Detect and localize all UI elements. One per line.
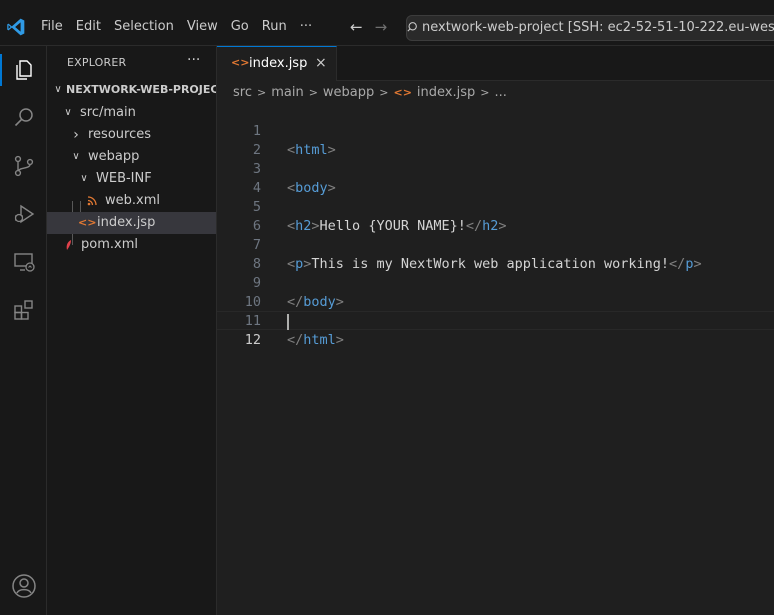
extensions-icon — [13, 300, 33, 320]
code-line: 2 — [217, 122, 774, 158]
tree-item-pom-xml[interactable]: pom.xml — [47, 234, 216, 256]
chevron-right-icon: > — [256, 85, 267, 99]
line-number: 12 — [244, 332, 261, 348]
tree-item-label: webapp — [88, 149, 140, 164]
code-editor[interactable]: 1 <html> 2 3 <body> 4 5 <h2>Hello {YOUR … — [217, 101, 774, 615]
vscode-logo-icon — [7, 18, 25, 36]
tree-item-index-jsp[interactable]: <> index.jsp — [47, 212, 216, 234]
code-line: 11 </html> — [217, 293, 774, 348]
chevron-down-icon: ∨ — [54, 84, 62, 95]
menu-edit[interactable]: Edit — [76, 19, 108, 35]
tree-item-label: WEB-INF — [96, 171, 152, 186]
activity-explorer[interactable] — [0, 50, 47, 90]
chevron-right-icon: > — [480, 85, 490, 99]
activity-remote-explorer[interactable] — [0, 242, 47, 282]
code-line: 10 — [217, 274, 774, 310]
tree-item-label: resources — [88, 127, 152, 142]
tree-item-web-inf[interactable]: ∨ WEB-INF — [47, 168, 216, 190]
close-icon[interactable]: × — [315, 55, 327, 71]
remote-explorer-icon — [13, 253, 35, 272]
tree-item-resources[interactable]: › resources — [47, 124, 216, 146]
search-icon — [14, 108, 33, 127]
angle-brackets-icon: <> — [78, 216, 97, 229]
code-line: 7 <p>This is my NextWork web application… — [217, 217, 774, 272]
code-tag: html — [303, 332, 336, 348]
code-bracket: </ — [287, 332, 304, 348]
tree-item-label: web.xml — [105, 193, 160, 208]
command-center[interactable]: nextwork-web-project [SSH: ec2-52-51-10-… — [406, 15, 774, 41]
tab-label: index.jsp — [249, 56, 308, 71]
tree-item-label: src/main — [80, 105, 136, 120]
explorer-sidebar: EXPLORER ··· ∨ NEXTWORK-WEB-PROJEC... ∨ … — [47, 46, 217, 615]
code-line: 1 <html> — [217, 103, 774, 158]
command-center-text: nextwork-web-project [SSH: ec2-52-51-10-… — [422, 20, 774, 35]
tree-item-web-xml[interactable]: web.xml — [47, 190, 216, 212]
explorer-icon — [15, 60, 32, 80]
activity-accounts[interactable] — [0, 566, 47, 606]
breadcrumb-src[interactable]: src — [233, 85, 252, 100]
current-code-line: 12 — [217, 311, 774, 348]
chevron-down-icon: ∨ — [80, 173, 88, 184]
activity-bar — [0, 46, 47, 615]
breadcrumb-webapp[interactable]: webapp — [323, 85, 374, 100]
activity-run-debug[interactable] — [0, 194, 47, 234]
code-line: 5 <h2>Hello {YOUR NAME}!</h2> — [217, 179, 774, 234]
breadcrumb: src > main > webapp > <> index.jsp > ... — [233, 83, 507, 101]
accounts-icon — [11, 574, 36, 598]
chevron-right-icon: > — [308, 85, 318, 99]
menu-bar: File Edit Selection View Go Run ··· — [41, 19, 325, 35]
source-control-icon — [14, 155, 33, 177]
menu-run[interactable]: Run — [262, 19, 294, 35]
code-line: 3 <body> — [217, 141, 774, 196]
sidebar-title: EXPLORER — [67, 56, 127, 69]
code-bracket: > — [335, 332, 344, 348]
root-folder-label: NEXTWORK-WEB-PROJEC... — [66, 83, 216, 96]
tab-index-jsp[interactable]: <> index.jsp × — [217, 46, 337, 81]
chevron-right-icon: › — [73, 127, 79, 143]
angle-brackets-icon: <> — [231, 56, 250, 69]
tree-root-folder[interactable]: ∨ NEXTWORK-WEB-PROJEC... — [47, 79, 216, 101]
navigation-arrows: ← → — [350, 19, 387, 35]
editor-tab-bar: <> index.jsp × — [217, 46, 774, 81]
code-line: 8 — [217, 236, 774, 272]
menu-go[interactable]: Go — [231, 19, 256, 35]
code-line: 9 </body> — [217, 255, 774, 310]
search-icon — [407, 22, 417, 32]
chevron-right-icon: > — [379, 85, 389, 99]
code-line: 4 — [217, 160, 774, 196]
menu-file[interactable]: File — [41, 19, 70, 35]
breadcrumb-index-jsp[interactable]: index.jsp — [417, 85, 475, 100]
menu-more[interactable]: ··· — [300, 19, 319, 35]
text-cursor — [287, 314, 289, 330]
activity-search[interactable] — [0, 98, 47, 138]
sidebar-more-actions[interactable]: ··· — [187, 52, 200, 68]
tree-item-webapp[interactable]: ∨ webapp — [47, 146, 216, 168]
menu-selection[interactable]: Selection — [114, 19, 181, 35]
maven-feather-icon — [66, 240, 71, 250]
back-button[interactable]: ← — [350, 19, 363, 35]
activity-source-control[interactable] — [0, 146, 47, 186]
menu-view[interactable]: View — [187, 19, 225, 35]
tree-item-label: index.jsp — [97, 215, 156, 230]
activity-extensions[interactable] — [0, 290, 47, 330]
tree-item-label: pom.xml — [81, 237, 138, 252]
rss-icon — [87, 196, 97, 206]
chevron-down-icon: ∨ — [64, 107, 72, 118]
chevron-down-icon: ∨ — [72, 151, 80, 162]
breadcrumb-main[interactable]: main — [271, 85, 303, 100]
run-debug-icon — [14, 204, 34, 224]
forward-button[interactable]: → — [375, 19, 388, 35]
tree-item-src-main[interactable]: ∨ src/main — [47, 102, 216, 124]
angle-brackets-icon: <> — [393, 85, 412, 99]
code-line: 6 — [217, 198, 774, 234]
title-bar: File Edit Selection View Go Run ··· ← → … — [0, 0, 774, 46]
breadcrumb-ellipsis[interactable]: ... — [494, 85, 506, 100]
